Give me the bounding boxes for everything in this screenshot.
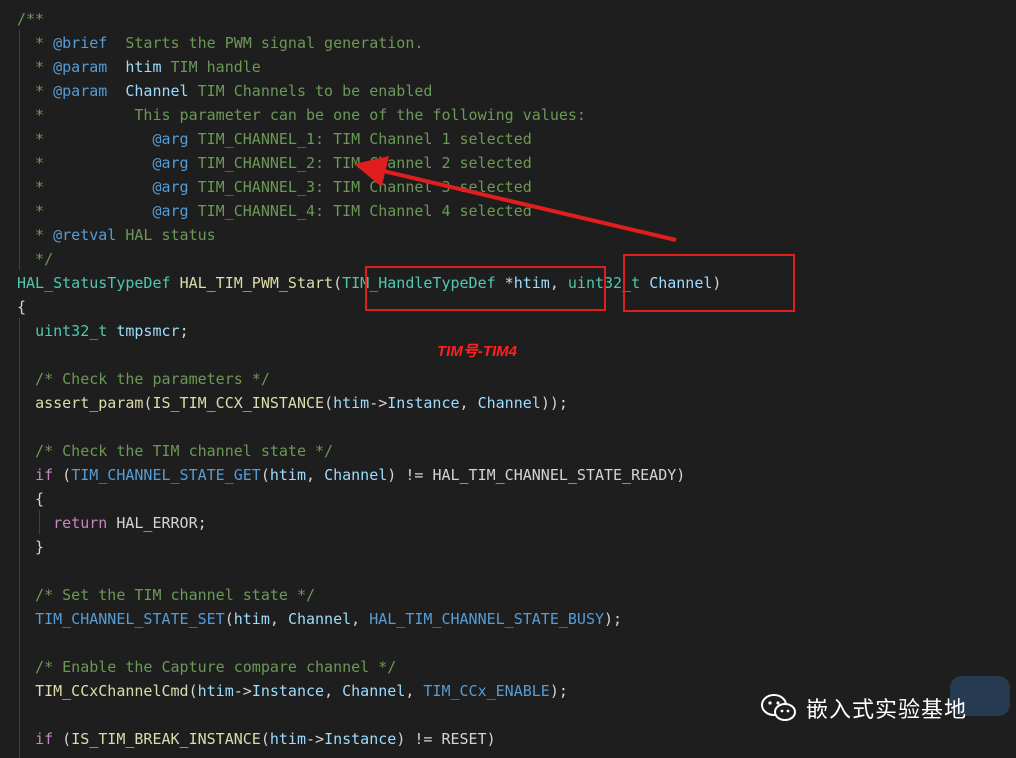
watermark-text: 嵌入式实验基地: [806, 698, 968, 723]
annotation-note: TIM号-TIM4: [437, 343, 517, 360]
annotation-arrow: [354, 155, 677, 242]
watermark: 嵌入式实验基地: [760, 692, 967, 724]
wechat-icon: [761, 694, 796, 721]
